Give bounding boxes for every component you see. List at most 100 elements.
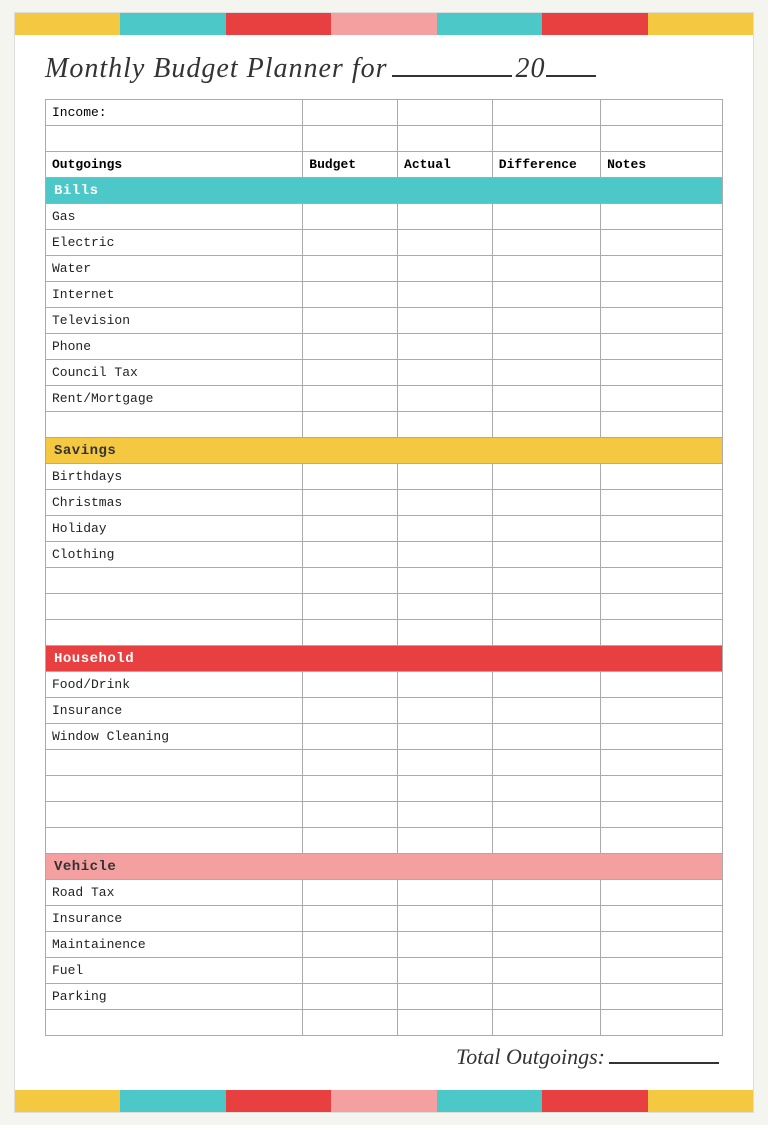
bottom-bar-seg-5 <box>437 1090 542 1112</box>
actual-rent <box>398 386 493 412</box>
item-clothing: Clothing <box>46 542 303 568</box>
col-header-diff: Difference <box>492 152 600 178</box>
notes-clothing <box>601 542 723 568</box>
col-header-item: Outgoings <box>46 152 303 178</box>
section-savings-label: Savings <box>46 438 723 464</box>
title-year-prefix: 20 <box>516 53 546 85</box>
row-television: Television <box>46 308 723 334</box>
diff-clothing <box>492 542 600 568</box>
notes-christmas <box>601 490 723 516</box>
actual-internet <box>398 282 493 308</box>
notes-maintainence <box>601 932 723 958</box>
item-fuel: Fuel <box>46 958 303 984</box>
budget-table: Income: Outgoings Budget Actual Differen… <box>45 99 723 1036</box>
page: Monthly Budget Planner for 20 Income: Ou… <box>14 12 754 1113</box>
diff-fuel <box>492 958 600 984</box>
budget-gas <box>303 204 398 230</box>
diff-christmas <box>492 490 600 516</box>
title-text: Monthly Budget Planner for <box>45 53 388 85</box>
row-rent: Rent/Mortgage <box>46 386 723 412</box>
section-savings-header: Savings <box>46 438 723 464</box>
actual-water <box>398 256 493 282</box>
notes-phone <box>601 334 723 360</box>
item-water: Water <box>46 256 303 282</box>
actual-maintainence <box>398 932 493 958</box>
diff-maintainence <box>492 932 600 958</box>
diff-holiday <box>492 516 600 542</box>
total-label: Total Outgoings: <box>456 1044 605 1070</box>
item-council-tax: Council Tax <box>46 360 303 386</box>
bottom-color-bar <box>15 1090 753 1112</box>
actual-council-tax <box>398 360 493 386</box>
item-parking: Parking <box>46 984 303 1010</box>
section-bills-header: Bills <box>46 178 723 204</box>
income-notes <box>601 100 723 126</box>
income-diff <box>492 100 600 126</box>
actual-christmas <box>398 490 493 516</box>
actual-window-cleaning <box>398 724 493 750</box>
col-header-notes: Notes <box>601 152 723 178</box>
bar-seg-3 <box>226 13 331 35</box>
row-holiday: Holiday <box>46 516 723 542</box>
budget-maintainence <box>303 932 398 958</box>
budget-phone <box>303 334 398 360</box>
item-electric: Electric <box>46 230 303 256</box>
col-header-budget: Budget <box>303 152 398 178</box>
notes-food-drink <box>601 672 723 698</box>
diff-phone <box>492 334 600 360</box>
actual-gas <box>398 204 493 230</box>
row-electric: Electric <box>46 230 723 256</box>
budget-rent <box>303 386 398 412</box>
diff-electric <box>492 230 600 256</box>
bar-seg-5 <box>437 13 542 35</box>
actual-insurance-v <box>398 906 493 932</box>
budget-fuel <box>303 958 398 984</box>
row-christmas: Christmas <box>46 490 723 516</box>
row-water: Water <box>46 256 723 282</box>
diff-insurance-hh <box>492 698 600 724</box>
income-row: Income: <box>46 100 723 126</box>
diff-insurance-v <box>492 906 600 932</box>
section-household-label: Household <box>46 646 723 672</box>
row-maintainence: Maintainence <box>46 932 723 958</box>
budget-holiday <box>303 516 398 542</box>
item-birthdays: Birthdays <box>46 464 303 490</box>
row-gas: Gas <box>46 204 723 230</box>
row-birthdays: Birthdays <box>46 464 723 490</box>
actual-birthdays <box>398 464 493 490</box>
empty-row-1 <box>46 126 723 152</box>
actual-holiday <box>398 516 493 542</box>
budget-clothing <box>303 542 398 568</box>
notes-road-tax <box>601 880 723 906</box>
actual-phone <box>398 334 493 360</box>
item-road-tax: Road Tax <box>46 880 303 906</box>
budget-water <box>303 256 398 282</box>
item-window-cleaning: Window Cleaning <box>46 724 303 750</box>
total-value-blank <box>609 1062 719 1064</box>
budget-electric <box>303 230 398 256</box>
notes-insurance-hh <box>601 698 723 724</box>
empty-row-6 <box>46 750 723 776</box>
income-budget <box>303 100 398 126</box>
notes-parking <box>601 984 723 1010</box>
title-name-blank <box>392 75 512 77</box>
row-road-tax: Road Tax <box>46 880 723 906</box>
col-header-actual: Actual <box>398 152 493 178</box>
empty-row-5 <box>46 620 723 646</box>
diff-council-tax <box>492 360 600 386</box>
budget-parking <box>303 984 398 1010</box>
notes-birthdays <box>601 464 723 490</box>
section-household-header: Household <box>46 646 723 672</box>
actual-road-tax <box>398 880 493 906</box>
item-holiday: Holiday <box>46 516 303 542</box>
notes-water <box>601 256 723 282</box>
actual-parking <box>398 984 493 1010</box>
actual-insurance-hh <box>398 698 493 724</box>
row-internet: Internet <box>46 282 723 308</box>
diff-food-drink <box>492 672 600 698</box>
budget-christmas <box>303 490 398 516</box>
section-bills-label: Bills <box>46 178 723 204</box>
row-fuel: Fuel <box>46 958 723 984</box>
diff-birthdays <box>492 464 600 490</box>
row-parking: Parking <box>46 984 723 1010</box>
